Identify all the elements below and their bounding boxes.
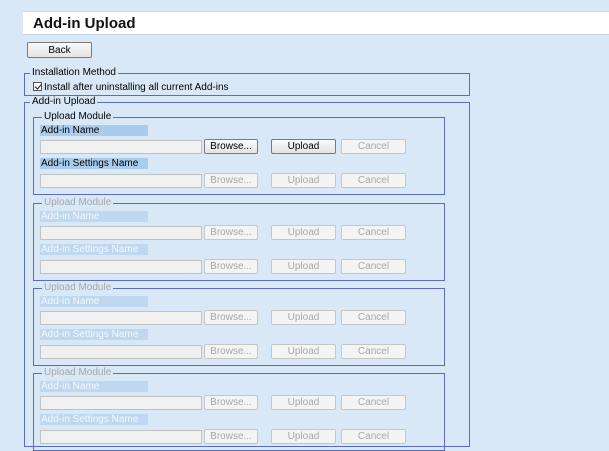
addin-browse-button[interactable]: Browse... [204, 310, 258, 325]
install-after-uninstall-label: Install after uninstalling all current A… [44, 82, 229, 93]
addin-settings-name-field[interactable] [40, 345, 202, 359]
upload-button[interactable]: Upload [271, 225, 336, 240]
settings-upload-button[interactable]: Upload [271, 259, 336, 274]
back-button[interactable]: Back [27, 42, 92, 58]
addin-name-label: Add-in Name [40, 381, 148, 392]
upload-module-legend: Upload Module [42, 111, 114, 123]
installation-method-legend: Installation Method [30, 67, 118, 79]
upload-button[interactable]: Upload [271, 310, 336, 325]
addin-browse-button[interactable]: Browse... [204, 139, 258, 154]
addin-settings-name-field[interactable] [40, 430, 202, 444]
upload-module-legend: Upload Module [42, 197, 114, 209]
addin-settings-name-label: Add-in Settings Name [40, 329, 148, 340]
settings-cancel-button[interactable]: Cancel [341, 259, 406, 274]
cancel-button[interactable]: Cancel [341, 395, 406, 410]
page-header: Add-in Upload [23, 11, 609, 35]
addin-name-field[interactable] [40, 396, 202, 410]
upload-module-legend: Upload Module [42, 282, 114, 294]
addin-name-field[interactable] [40, 140, 202, 154]
page-title: Add-in Upload [33, 15, 136, 32]
settings-browse-button[interactable]: Browse... [204, 429, 258, 444]
addin-upload-legend: Add-in Upload [30, 96, 98, 108]
settings-upload-button[interactable]: Upload [271, 173, 336, 188]
addin-name-label: Add-in Name [40, 296, 148, 307]
install-after-uninstall-checkbox[interactable] [33, 82, 42, 91]
addin-name-label: Add-in Name [40, 125, 148, 136]
settings-upload-button[interactable]: Upload [271, 429, 336, 444]
upload-button[interactable]: Upload [271, 139, 336, 154]
settings-upload-button[interactable]: Upload [271, 344, 336, 359]
settings-cancel-button[interactable]: Cancel [341, 173, 406, 188]
addin-browse-button[interactable]: Browse... [204, 225, 258, 240]
addin-settings-name-field[interactable] [40, 174, 202, 188]
addin-settings-name-label: Add-in Settings Name [40, 244, 148, 255]
settings-browse-button[interactable]: Browse... [204, 259, 258, 274]
addin-settings-name-field[interactable] [40, 260, 202, 274]
settings-cancel-button[interactable]: Cancel [341, 429, 406, 444]
addin-name-label: Add-in Name [40, 211, 148, 222]
cancel-button[interactable]: Cancel [341, 310, 406, 325]
addin-name-field[interactable] [40, 311, 202, 325]
addin-browse-button[interactable]: Browse... [204, 395, 258, 410]
cancel-button[interactable]: Cancel [341, 139, 406, 154]
addin-name-field[interactable] [40, 226, 202, 240]
settings-cancel-button[interactable]: Cancel [341, 344, 406, 359]
addin-settings-name-label: Add-in Settings Name [40, 158, 148, 169]
addin-settings-name-label: Add-in Settings Name [40, 414, 148, 425]
upload-module-legend: Upload Module [42, 367, 114, 379]
cancel-button[interactable]: Cancel [341, 225, 406, 240]
settings-browse-button[interactable]: Browse... [204, 173, 258, 188]
settings-browse-button[interactable]: Browse... [204, 344, 258, 359]
upload-button[interactable]: Upload [271, 395, 336, 410]
install-after-uninstall-row[interactable]: Install after uninstalling all current A… [33, 82, 229, 94]
